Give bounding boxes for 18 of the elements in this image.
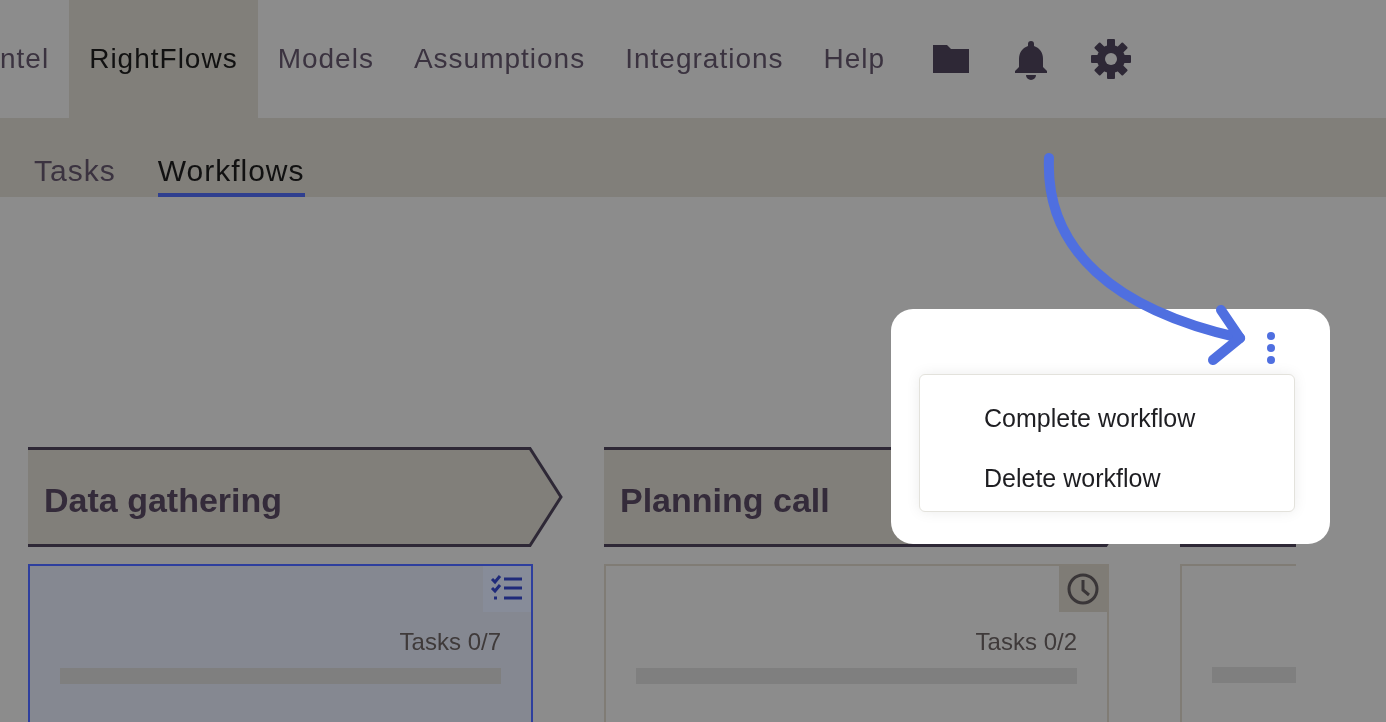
nav-tab[interactable]: RightFlows (69, 0, 258, 118)
settings-icon[interactable] (1089, 37, 1134, 81)
nav-tab[interactable]: ntel (0, 0, 70, 118)
sub-tab[interactable]: Tasks (34, 148, 116, 197)
task-count: Tasks 0/7 (398, 627, 501, 657)
menu-item[interactable]: Delete workflow (920, 448, 1161, 508)
nav-tab[interactable]: Assumptions (393, 0, 606, 118)
nav-tab[interactable]: Integrations (605, 0, 804, 118)
sub-tab[interactable]: Workflows (157, 148, 305, 197)
clock-icon[interactable] (1066, 572, 1100, 606)
nav-tab[interactable]: Models (257, 0, 394, 118)
stage-title: Data gathering (44, 480, 283, 521)
stage-card[interactable]: Tasks 0/7 (28, 564, 533, 722)
stage-card[interactable]: Tasks 0/2 (604, 564, 1109, 722)
task-count: Tasks 0/2 (974, 627, 1077, 657)
menu-item[interactable]: Complete workflow (920, 389, 1196, 449)
stage-title: Planning call (620, 480, 830, 521)
nav-tab[interactable]: Help (803, 0, 906, 118)
